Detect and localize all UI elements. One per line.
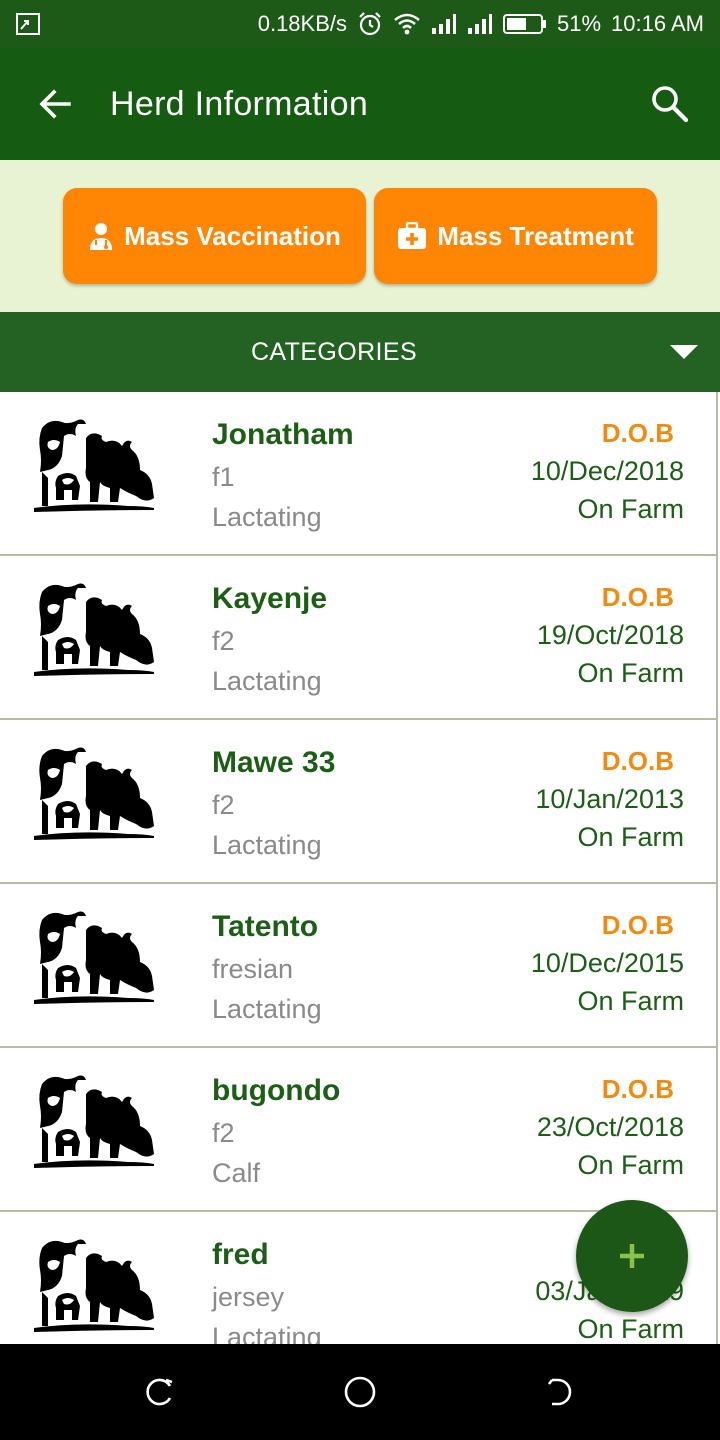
animal-status: Calf [212, 1158, 261, 1188]
animal-breed: f2 [212, 1118, 235, 1148]
animal-breed: f1 [212, 462, 235, 492]
animal-name: bugondo [212, 1074, 341, 1107]
animal-location: On Farm [577, 1314, 684, 1344]
animal-location: On Farm [577, 1150, 684, 1180]
add-animal-button[interactable] [576, 1200, 688, 1312]
animal-location: On Farm [577, 658, 684, 688]
categories-dropdown[interactable]: CATEGORIES [0, 312, 720, 392]
herd-list: Jonatham f1 Lactating D.O.B 10/Dec/2018 … [0, 392, 720, 1344]
battery-percent: 51% [557, 11, 602, 36]
alarm-icon [357, 11, 383, 37]
animal-status: Lactating [212, 830, 322, 860]
animal-name: Tatento [212, 910, 319, 943]
animal-location: On Farm [577, 494, 684, 524]
mass-treatment-button[interactable]: Mass Treatment [374, 188, 657, 284]
search-button[interactable] [620, 48, 720, 160]
dob-label: D.O.B [601, 910, 674, 940]
animal-row[interactable]: Jonatham f1 Lactating D.O.B 10/Dec/2018 … [0, 392, 718, 556]
home-icon [344, 1376, 376, 1408]
animal-status: Lactating [212, 994, 322, 1024]
page-title: Herd Information [110, 84, 369, 123]
cow-icon [34, 1239, 154, 1332]
dob-label: D.O.B [601, 582, 674, 612]
network-speed: 0.18KB/s [257, 11, 347, 36]
animal-row[interactable]: Mawe 33 f2 Lactating D.O.B 10/Jan/2013 O… [0, 720, 718, 884]
app-bar: Herd Information [0, 48, 720, 160]
screen: 0.18KB/s 51% 10:16 AM Herd Information M… [0, 0, 720, 1440]
back-icon [547, 1378, 572, 1406]
animal-dob: 10/Dec/2015 [530, 948, 684, 978]
animal-breed: f2 [212, 790, 235, 820]
animal-status: Lactating [212, 666, 322, 696]
cow-icon [34, 419, 154, 512]
animal-name: Jonatham [212, 418, 354, 451]
dob-label: D.O.B [601, 418, 674, 448]
animal-name: Kayenje [212, 582, 328, 615]
animal-dob: 23/Oct/2018 [536, 1112, 684, 1142]
recent-apps-button[interactable] [136, 1368, 184, 1416]
animal-breed: fresian [212, 954, 294, 984]
caret-down-icon [670, 345, 698, 359]
animal-location: On Farm [577, 822, 684, 852]
animal-dob: 19/Oct/2018 [536, 620, 684, 650]
battery-icon [503, 13, 547, 35]
search-icon [652, 86, 689, 123]
animal-breed: f2 [212, 626, 235, 656]
animal-row[interactable]: Kayenje f2 Lactating D.O.B 19/Oct/2018 O… [0, 556, 718, 720]
signal-icon [431, 13, 457, 35]
screenshot-icon [16, 13, 40, 35]
cow-icon [34, 747, 154, 840]
clock: 10:16 AM [611, 11, 704, 36]
recent-apps-icon [146, 1378, 173, 1406]
back-nav-button[interactable] [536, 1368, 584, 1416]
dob-label: D.O.B [601, 746, 674, 776]
animal-location: On Farm [577, 986, 684, 1016]
categories-label: CATEGORIES [250, 337, 418, 366]
animal-row[interactable]: bugondo f2 Calf D.O.B 23/Oct/2018 On Far… [0, 1048, 718, 1212]
doctor-icon [90, 223, 113, 250]
dob-label: D.O.B [601, 1074, 674, 1104]
back-button[interactable] [0, 48, 110, 160]
animal-breed: jersey [212, 1282, 285, 1312]
mass-treatment-label: Mass Treatment [437, 220, 634, 251]
animal-status: Lactating [212, 1322, 322, 1344]
home-button[interactable] [336, 1368, 384, 1416]
animal-dob: 10/Jan/2013 [535, 784, 684, 814]
medical-kit-icon [398, 222, 427, 249]
action-panel: Mass Vaccination Mass Treatment [0, 160, 720, 312]
plus-icon [620, 1244, 644, 1268]
cow-icon [34, 583, 154, 676]
navigation-bar [0, 1344, 720, 1440]
status-bar: 0.18KB/s 51% 10:16 AM [0, 0, 720, 48]
animal-row[interactable]: Tatento fresian Lactating D.O.B 10/Dec/2… [0, 884, 718, 1048]
arrow-left-icon [39, 89, 71, 119]
wifi-icon [393, 12, 421, 36]
animal-dob: 10/Dec/2018 [530, 456, 684, 486]
signal-icon [467, 13, 493, 35]
animal-name: fred [212, 1238, 269, 1271]
cow-icon [34, 911, 154, 1004]
animal-name: Mawe 33 [212, 746, 336, 779]
cow-icon [34, 1075, 154, 1168]
mass-vaccination-label: Mass Vaccination [124, 220, 341, 251]
mass-vaccination-button[interactable]: Mass Vaccination [63, 188, 366, 284]
animal-status: Lactating [212, 502, 322, 532]
